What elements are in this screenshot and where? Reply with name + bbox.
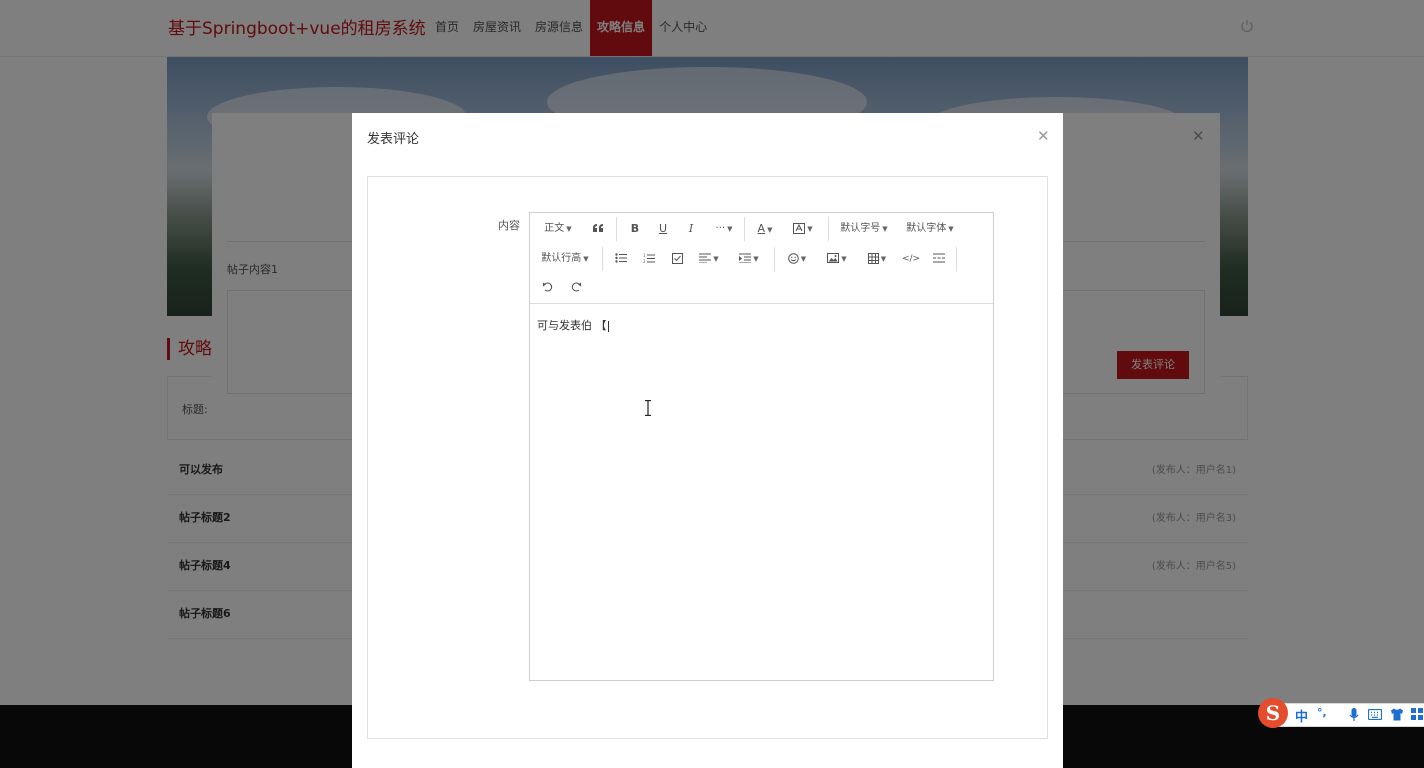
redo-icon[interactable] [564,276,588,300]
svg-text:2: 2 [643,259,646,264]
italic-icon[interactable]: I [680,217,702,241]
content-label: 内容 [498,219,520,232]
divider-line-icon[interactable] [928,247,950,271]
dialog-title: 发表评论 [367,132,420,147]
line-height-select[interactable]: 默认行高 ▼ [536,247,594,271]
keyboard-icon[interactable] [1368,709,1382,720]
close-icon[interactable]: ✕ [1037,127,1050,145]
editor-toolbar: 正文 ▼ B U I ··· ▼ A ▼ ▼ 默认字号 ▼ 默认字体 ▼ 默认行高 ▼ [530,213,993,304]
paragraph-label: 正文 [544,223,565,234]
bold-icon[interactable]: B [624,217,646,241]
ime-toolbar: 中 °, S [1258,698,1424,728]
undo-icon[interactable] [536,276,560,300]
editor-text: 可与发表伯 【 [537,319,607,332]
todo-list-icon[interactable] [666,247,688,271]
bullet-list-icon[interactable] [610,247,632,271]
text-cursor-icon [645,400,651,416]
font-size-label: 默认字号 [840,223,881,234]
image-icon[interactable]: ▼ [822,247,852,271]
rich-text-editor[interactable]: 正文 ▼ B U I ··· ▼ A ▼ ▼ 默认字号 ▼ 默认字体 ▼ 默认行高 ▼ [529,212,994,681]
font-family-label: 默认字体 [906,223,947,234]
font-size-select[interactable]: 默认字号 ▼ [836,217,892,241]
ime-bar: 中 °, [1270,703,1424,727]
numbered-list-icon[interactable]: 12 [638,247,660,271]
font-family-select[interactable]: 默认字体 ▼ [902,217,958,241]
underline-icon[interactable]: U [652,217,674,241]
paragraph-select[interactable]: 正文 ▼ [536,217,580,241]
quote-icon[interactable] [586,217,610,241]
toolbox-icon[interactable] [1411,708,1423,721]
svg-text:1: 1 [643,253,646,258]
emoji-icon[interactable]: ▼ [782,247,812,271]
line-height-label: 默认行高 [541,253,582,264]
sogou-logo-icon[interactable]: S [1258,698,1288,728]
more-style-icon[interactable]: ··· ▼ [710,217,738,241]
indent-icon[interactable]: ▼ [734,247,764,271]
comment-form: 内容 正文 ▼ B U I ··· ▼ A ▼ ▼ 默认字号 ▼ 默认字体 ▼ … [367,176,1048,739]
font-color-icon[interactable]: A ▼ [750,217,780,241]
microphone-icon[interactable] [1349,708,1359,722]
comment-dialog: 发表评论 ✕ 内容 正文 ▼ B U I ··· ▼ A ▼ ▼ 默认字号 ▼ … [352,113,1063,768]
code-icon[interactable]: </> [900,247,922,271]
text-caret [607,320,609,332]
table-icon[interactable]: ▼ [862,247,892,271]
background-color-icon[interactable]: ▼ [788,217,818,241]
editor-content[interactable]: 可与发表伯 【 [537,317,609,333]
skin-icon[interactable] [1390,708,1404,721]
ime-mode-toggle[interactable]: 中 [1295,706,1308,725]
ime-punctuation-toggle[interactable]: °, [1317,706,1327,719]
align-icon[interactable]: ▼ [694,247,724,271]
